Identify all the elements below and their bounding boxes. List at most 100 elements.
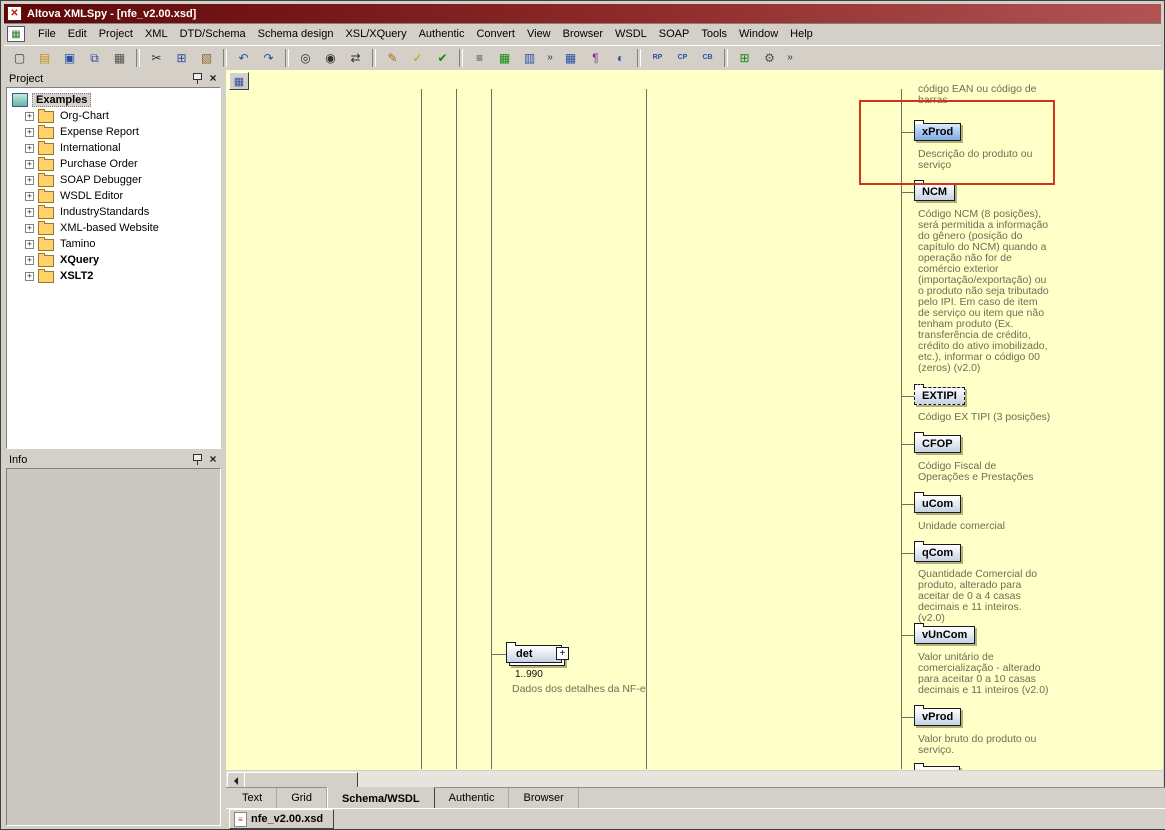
table-view-icon[interactable]: ▦ bbox=[559, 47, 582, 69]
tree-root-examples[interactable]: Examples bbox=[7, 92, 220, 108]
save-file-icon[interactable]: ▣ bbox=[58, 47, 81, 69]
tab-browser[interactable]: Browser bbox=[509, 788, 578, 809]
horizontal-scrollbar[interactable] bbox=[226, 770, 1163, 788]
annotation-cfop: Código Fiscal de Operações e Prestações bbox=[918, 461, 1050, 483]
cb-toggle-icon[interactable]: CB bbox=[696, 47, 719, 69]
menu-wsdl[interactable]: WSDL bbox=[609, 25, 653, 43]
replace-icon[interactable]: ⇄ bbox=[344, 47, 367, 69]
expand-children-icon[interactable]: + bbox=[556, 647, 569, 660]
toolbar-overflow-icon[interactable]: » bbox=[783, 47, 797, 69]
tree-item-tamino[interactable]: + Tamino bbox=[7, 236, 220, 252]
annotation-extipi: Código EX TIPI (3 posições) bbox=[918, 412, 1050, 423]
tree-item-wsdl-editor[interactable]: + WSDL Editor bbox=[7, 188, 220, 204]
cp-toggle-icon[interactable]: CP bbox=[671, 47, 694, 69]
tab-text[interactable]: Text bbox=[228, 788, 277, 809]
pin-icon[interactable] bbox=[190, 72, 204, 85]
tree-item-international[interactable]: + International bbox=[7, 140, 220, 156]
menu-convert[interactable]: Convert bbox=[470, 25, 521, 43]
pencil-edit-icon[interactable]: ✎ bbox=[381, 47, 404, 69]
pin-icon[interactable] bbox=[190, 453, 204, 466]
cut-icon[interactable]: ✂ bbox=[145, 47, 168, 69]
element-box-xprod[interactable]: xProd bbox=[914, 123, 961, 141]
tab-grid[interactable]: Grid bbox=[277, 788, 327, 809]
expand-icon[interactable]: + bbox=[25, 192, 34, 201]
menu-edit[interactable]: Edit bbox=[62, 25, 93, 43]
text-view-icon[interactable]: ≡ bbox=[468, 47, 491, 69]
menu-browser[interactable]: Browser bbox=[557, 25, 609, 43]
rp-toggle-icon[interactable]: RP bbox=[646, 47, 669, 69]
expand-icon[interactable]: + bbox=[25, 208, 34, 217]
tree-item-xslt2[interactable]: + XSLT2 bbox=[7, 268, 220, 284]
expand-icon[interactable]: + bbox=[25, 128, 34, 137]
add-element-icon[interactable]: ⊞ bbox=[733, 47, 756, 69]
redo-icon[interactable]: ↷ bbox=[257, 47, 280, 69]
toolbar-separator bbox=[724, 49, 728, 67]
tree-item-expense-report[interactable]: + Expense Report bbox=[7, 124, 220, 140]
menu-xsl-xquery[interactable]: XSL/XQuery bbox=[339, 25, 412, 43]
print-icon[interactable]: ▦ bbox=[108, 47, 131, 69]
expand-icon[interactable]: + bbox=[25, 240, 34, 249]
menu-authentic[interactable]: Authentic bbox=[413, 25, 471, 43]
element-box-extipi[interactable]: EXTIPI bbox=[914, 387, 965, 405]
browser-view-icon[interactable]: ◐ bbox=[609, 47, 632, 69]
save-all-icon[interactable]: ⧉ bbox=[83, 47, 106, 69]
tree-item-xml-based-website[interactable]: + XML-based Website bbox=[7, 220, 220, 236]
expand-icon[interactable]: + bbox=[25, 256, 34, 265]
element-box-vuncom[interactable]: vUnCom bbox=[914, 626, 975, 644]
menu-project[interactable]: Project bbox=[93, 25, 139, 43]
document-tab[interactable]: ≡ nfe_v2.00.xsd bbox=[229, 809, 334, 829]
open-file-icon[interactable]: ▤ bbox=[33, 47, 56, 69]
tree-item-org-chart[interactable]: + Org-Chart bbox=[7, 108, 220, 124]
document-tab-label: nfe_v2.00.xsd bbox=[251, 813, 323, 825]
expand-icon[interactable]: + bbox=[25, 112, 34, 121]
close-icon[interactable]: × bbox=[206, 72, 220, 85]
find-icon[interactable]: ◎ bbox=[294, 47, 317, 69]
occurrence-label: 1..990 bbox=[515, 669, 543, 680]
expand-icon[interactable]: + bbox=[25, 176, 34, 185]
grid-view-icon[interactable]: ▦ bbox=[493, 47, 516, 69]
element-box-ncm[interactable]: NCM bbox=[914, 183, 955, 201]
find-next-icon[interactable]: ◉ bbox=[319, 47, 342, 69]
element-box-vprod[interactable]: vProd bbox=[914, 708, 961, 726]
expand-icon[interactable]: + bbox=[25, 224, 34, 233]
element-box-det[interactable]: det + bbox=[506, 645, 562, 663]
tab-schema-wsdl[interactable]: Schema/WSDL bbox=[327, 787, 435, 809]
authentic-view-icon[interactable]: ¶ bbox=[584, 47, 607, 69]
tree-item-label: XSLT2 bbox=[58, 270, 95, 282]
expand-icon[interactable]: + bbox=[25, 160, 34, 169]
expand-icon[interactable]: + bbox=[25, 144, 34, 153]
new-file-icon[interactable]: ▢ bbox=[8, 47, 31, 69]
menu-schema-design[interactable]: Schema design bbox=[252, 25, 340, 43]
menu-xml[interactable]: XML bbox=[139, 25, 174, 43]
close-icon[interactable]: × bbox=[206, 453, 220, 466]
menu-view[interactable]: View bbox=[521, 25, 557, 43]
tree-item-industrystandards[interactable]: + IndustryStandards bbox=[7, 204, 220, 220]
undo-icon[interactable]: ↶ bbox=[232, 47, 255, 69]
tab-authentic[interactable]: Authentic bbox=[435, 788, 510, 809]
element-box-qcom[interactable]: qCom bbox=[914, 544, 961, 562]
toolbar-overflow-icon[interactable]: » bbox=[543, 47, 557, 69]
element-box-cfop[interactable]: CFOP bbox=[914, 435, 961, 453]
annotation-ncm: Código NCM (8 posições), será permitida … bbox=[918, 209, 1050, 374]
validate-icon[interactable]: ✔ bbox=[431, 47, 454, 69]
menu-help[interactable]: Help bbox=[784, 25, 819, 43]
menu-tools[interactable]: Tools bbox=[695, 25, 733, 43]
tree-item-xquery[interactable]: + XQuery bbox=[7, 252, 220, 268]
menu-file[interactable]: File bbox=[32, 25, 62, 43]
tree-item-purchase-order[interactable]: + Purchase Order bbox=[7, 156, 220, 172]
menu-soap[interactable]: SOAP bbox=[653, 25, 696, 43]
menu-dtd-schema[interactable]: DTD/Schema bbox=[174, 25, 252, 43]
display-all-globals-button[interactable]: ▦ bbox=[229, 72, 249, 90]
partial-element-box[interactable] bbox=[914, 766, 960, 770]
connector-line bbox=[646, 89, 647, 769]
settings-icon[interactable]: ⚙ bbox=[758, 47, 781, 69]
menu-window[interactable]: Window bbox=[733, 25, 784, 43]
schema-view-icon[interactable]: ▥ bbox=[518, 47, 541, 69]
expand-icon[interactable]: + bbox=[25, 272, 34, 281]
element-box-ucom[interactable]: uCom bbox=[914, 495, 961, 513]
copy-icon[interactable]: ⊞ bbox=[170, 47, 193, 69]
check-wellformed-icon[interactable]: ✓ bbox=[406, 47, 429, 69]
tree-item-soap-debugger[interactable]: + SOAP Debugger bbox=[7, 172, 220, 188]
document-window-icon[interactable]: ▦ bbox=[7, 26, 25, 42]
paste-icon[interactable]: ▧ bbox=[195, 47, 218, 69]
